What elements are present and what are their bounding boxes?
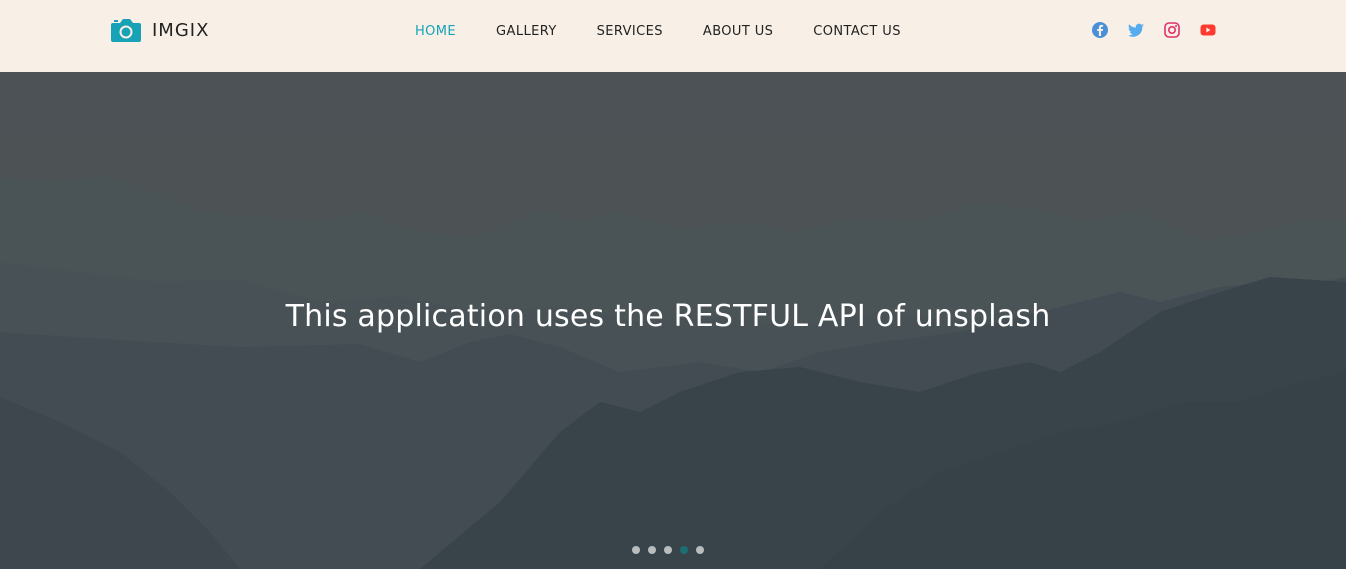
navbar: IMGIX HOME GALLERY SERVICES ABOUT US CON…: [0, 0, 1346, 72]
hero-title: This application uses the RESTFUL API of…: [285, 299, 1051, 334]
facebook-icon[interactable]: [1091, 21, 1109, 39]
nav-contact-us[interactable]: CONTACT US: [813, 24, 901, 39]
twitter-icon[interactable]: [1127, 21, 1145, 39]
hero-carousel: This application uses the RESTFUL API of…: [0, 72, 1346, 569]
brand-link[interactable]: IMGIX: [110, 16, 209, 44]
brand-name: IMGIX: [152, 19, 210, 41]
nav-about-us[interactable]: ABOUT US: [703, 24, 773, 39]
carousel-dot-3[interactable]: [664, 546, 672, 554]
nav-home[interactable]: HOME: [415, 24, 456, 39]
carousel-indicators: [632, 546, 712, 554]
nav-services[interactable]: SERVICES: [597, 24, 663, 39]
carousel-dot-5[interactable]: [696, 546, 704, 554]
youtube-icon[interactable]: [1199, 21, 1217, 39]
carousel-dot-2[interactable]: [648, 546, 656, 554]
instagram-icon[interactable]: [1163, 21, 1181, 39]
carousel-dot-4[interactable]: [680, 546, 688, 554]
main-nav: HOME GALLERY SERVICES ABOUT US CONTACT U…: [415, 24, 941, 39]
nav-gallery[interactable]: GALLERY: [496, 24, 557, 39]
social-links: [1091, 21, 1235, 39]
camera-icon: [110, 17, 142, 43]
carousel-dot-1[interactable]: [632, 546, 640, 554]
